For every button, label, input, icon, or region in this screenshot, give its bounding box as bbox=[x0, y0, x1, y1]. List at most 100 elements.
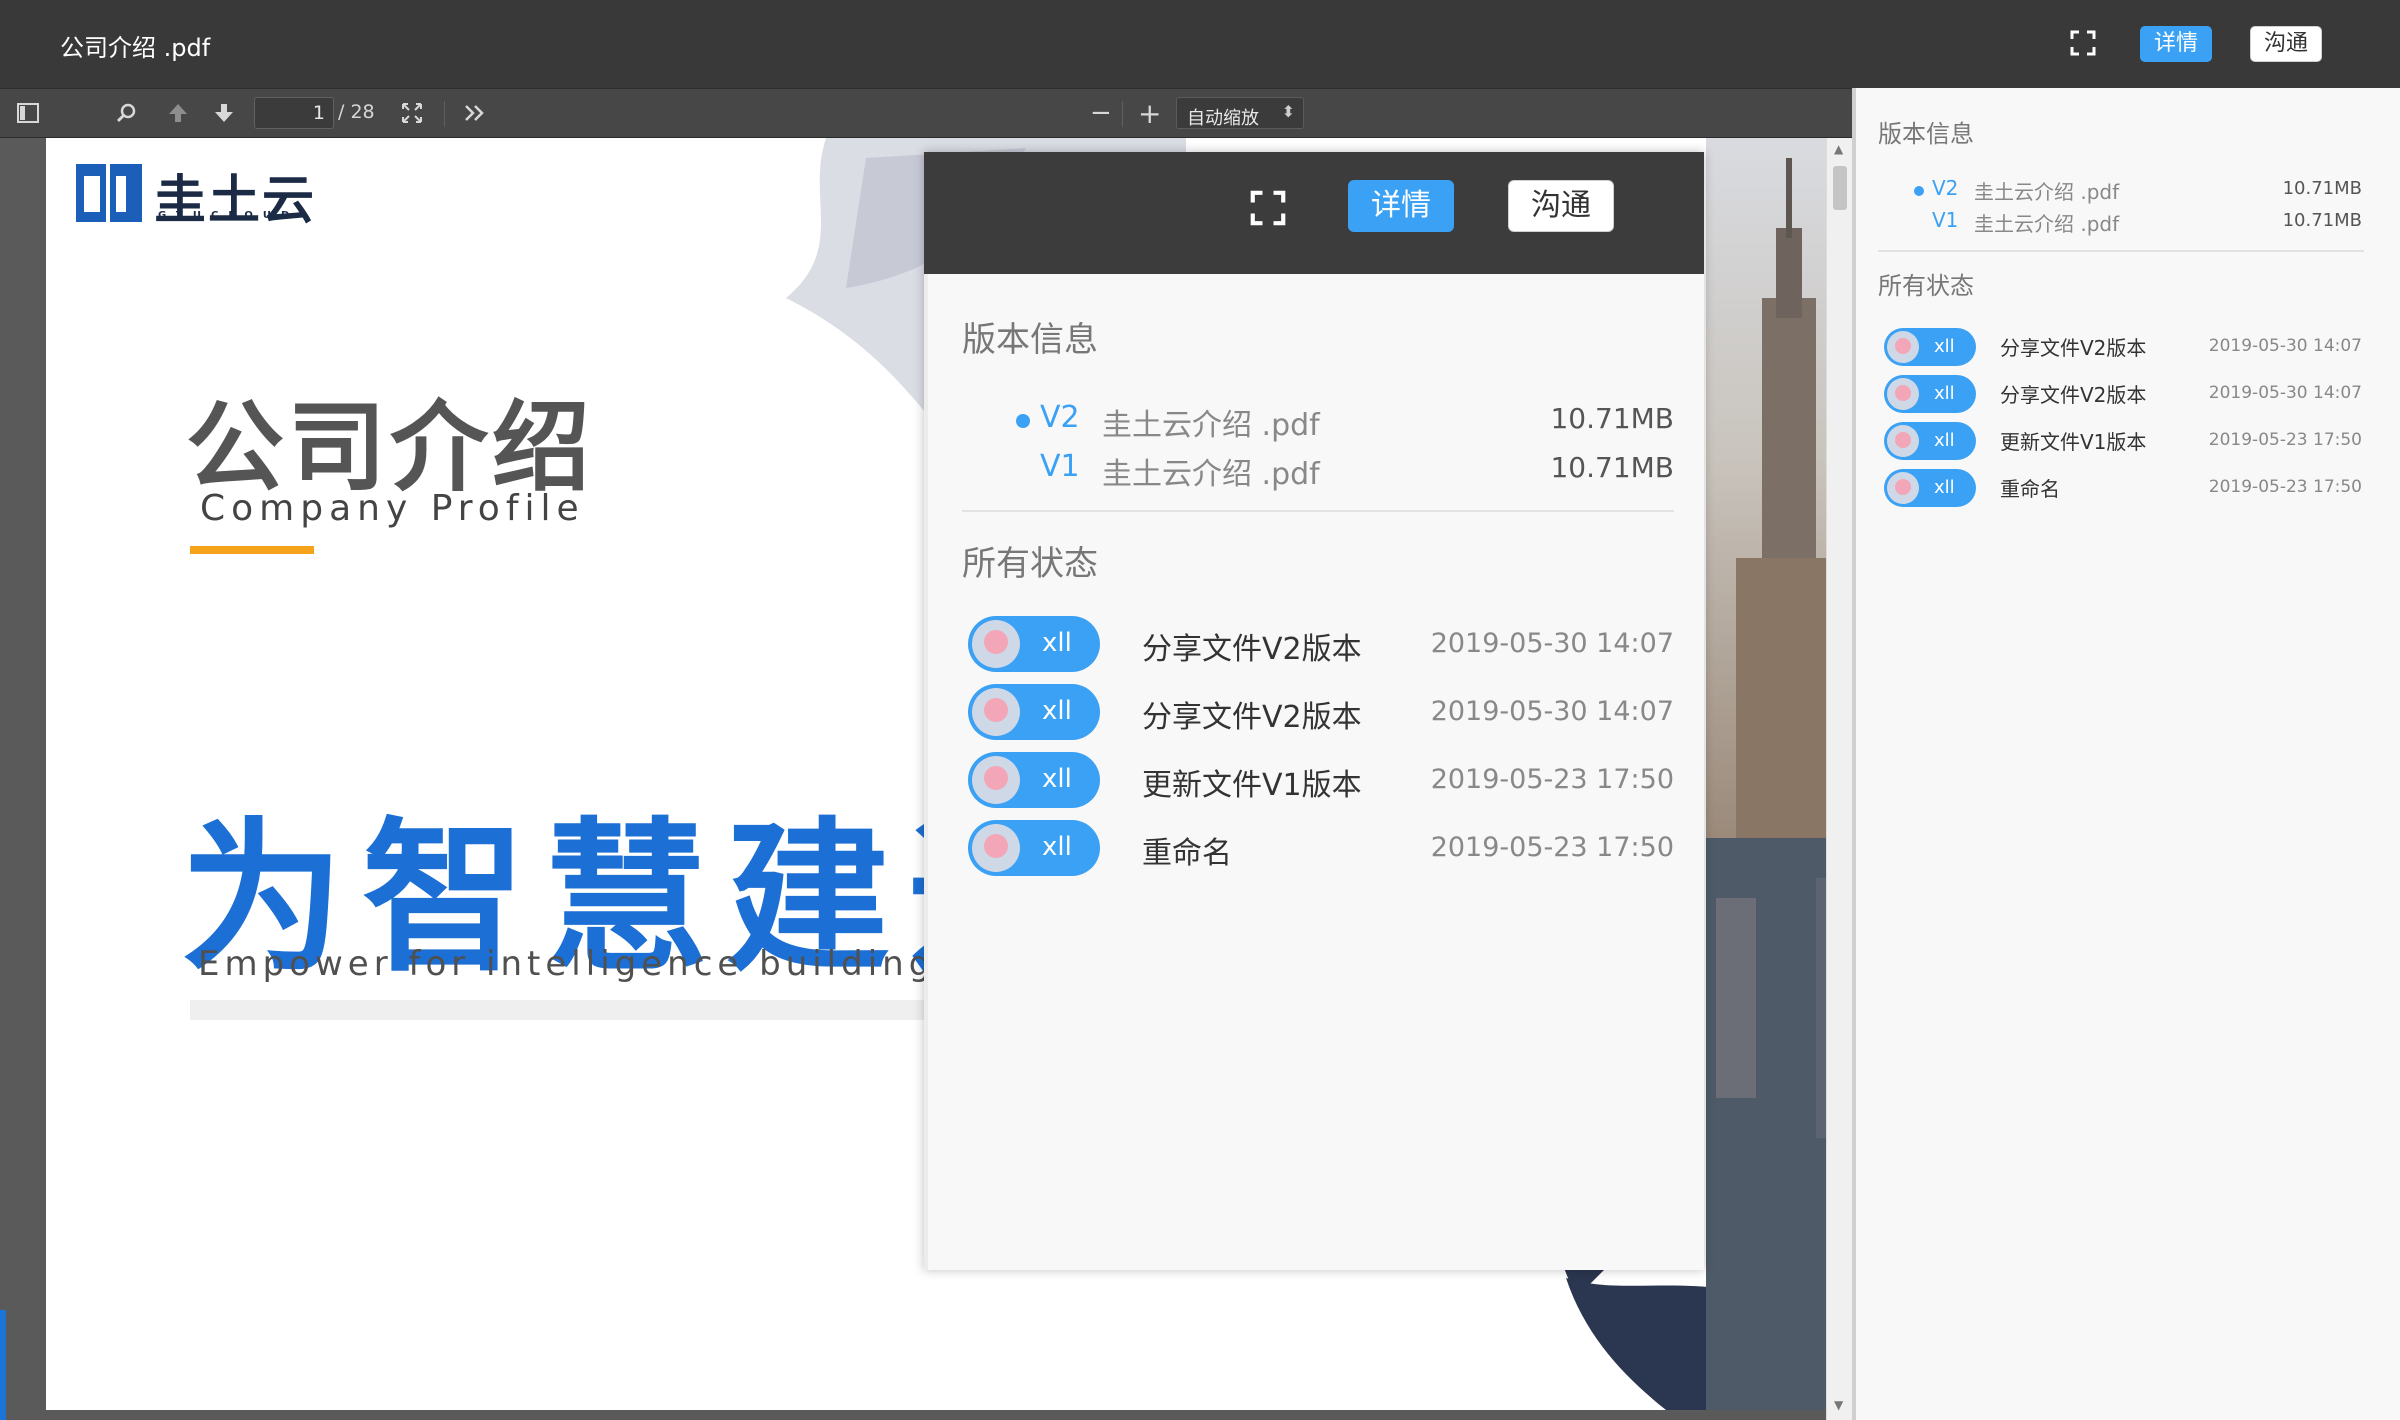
pdf-toolbar: 1 / 28 − + 自动缩放 ⬍ bbox=[0, 88, 1852, 138]
user-pill[interactable]: xll bbox=[968, 684, 1100, 740]
fullscreen-icon[interactable] bbox=[2070, 30, 2096, 56]
pdf-viewer: 圭土云 GTUCLOUD 公司介绍 Company Profile 为智慧建造 … bbox=[0, 138, 1852, 1420]
chat-button[interactable]: 沟通 bbox=[2250, 26, 2322, 62]
activity-time: 2019-05-30 14:07 bbox=[2208, 383, 2362, 403]
detail-panel: 版本信息 V2 圭土云介绍 .pdf 10.71MB V1 圭土云介绍 .pdf… bbox=[1852, 88, 2400, 1420]
fullscreen-icon[interactable] bbox=[1250, 190, 1286, 230]
activity-text: 分享文件V2版本 bbox=[1142, 632, 1362, 667]
title-underline bbox=[190, 546, 314, 554]
status-section-title: 所有状态 bbox=[962, 544, 1098, 584]
logo-subtext: GTUCLOUD bbox=[158, 210, 300, 221]
window-title: 公司介绍 .pdf bbox=[60, 34, 211, 62]
version-file[interactable]: 圭土云介绍 .pdf bbox=[1102, 449, 1320, 493]
presentation-icon[interactable] bbox=[400, 101, 424, 131]
avatar bbox=[1887, 425, 1919, 457]
activity-text: 更新文件V1版本 bbox=[2000, 430, 2147, 454]
user-name: xll bbox=[1042, 696, 1072, 726]
version-section-title: 版本信息 bbox=[962, 320, 1098, 360]
version-tag[interactable]: V2 bbox=[1932, 176, 1958, 200]
activity-text: 分享文件V2版本 bbox=[2000, 383, 2147, 407]
current-version-dot bbox=[1016, 414, 1030, 428]
toolbar-separator bbox=[1122, 101, 1123, 127]
activity-time: 2019-05-23 17:50 bbox=[2208, 477, 2362, 497]
chat-button[interactable]: 沟通 bbox=[1508, 180, 1614, 232]
scrollbar-thumb[interactable] bbox=[1833, 166, 1847, 210]
search-icon[interactable] bbox=[114, 101, 138, 131]
avatar bbox=[972, 620, 1020, 668]
version-size: 10.71MB bbox=[1550, 402, 1674, 435]
pdf-page: 圭土云 GTUCLOUD 公司介绍 Company Profile 为智慧建造 … bbox=[46, 138, 1826, 1410]
activity-text: 更新文件V1版本 bbox=[1142, 768, 1362, 803]
zoom-select-value: 自动缩放 bbox=[1187, 108, 1259, 129]
status-section-title: 所有状态 bbox=[1878, 272, 1974, 300]
panel-border bbox=[1854, 88, 1856, 1420]
detail-card-body: 版本信息 V2 圭土云介绍 .pdf 10.71MB V1 圭土云介绍 .pdf… bbox=[924, 274, 1704, 1270]
user-pill[interactable]: xll bbox=[1884, 328, 1976, 366]
logo-mark-icon bbox=[76, 164, 142, 226]
sidebar-toggle-icon[interactable] bbox=[16, 101, 40, 131]
detail-button[interactable]: 详情 bbox=[1348, 180, 1454, 232]
version-tag[interactable]: V2 bbox=[1040, 400, 1080, 435]
detail-card-header: 详情 沟通 bbox=[924, 152, 1704, 274]
current-version-dot bbox=[1914, 186, 1924, 196]
slogan-en: Empower for intelligence building bbox=[198, 944, 936, 984]
user-name: xll bbox=[1042, 764, 1072, 794]
scroll-up-icon[interactable]: ▲ bbox=[1834, 142, 1843, 156]
activity-time: 2019-05-30 14:07 bbox=[2208, 336, 2362, 356]
user-pill[interactable]: xll bbox=[1884, 422, 1976, 460]
city-skyline-image bbox=[1706, 138, 1826, 1410]
avatar bbox=[1887, 472, 1919, 504]
arrow-down-icon[interactable] bbox=[212, 101, 236, 131]
version-file[interactable]: 圭土云介绍 .pdf bbox=[1974, 208, 2119, 237]
version-file[interactable]: 圭土云介绍 .pdf bbox=[1102, 400, 1320, 444]
activity-text: 分享文件V2版本 bbox=[1142, 700, 1362, 735]
avatar bbox=[972, 688, 1020, 736]
left-edge-indicator bbox=[0, 1310, 6, 1420]
logo-text: 圭土云 bbox=[154, 171, 317, 231]
section-divider bbox=[962, 510, 1674, 512]
zoom-out-button[interactable]: − bbox=[1090, 98, 1112, 128]
detail-button[interactable]: 详情 bbox=[2140, 26, 2212, 62]
version-tag[interactable]: V1 bbox=[1040, 449, 1080, 484]
user-name: xll bbox=[1042, 832, 1072, 862]
toolbar-separator bbox=[444, 101, 445, 127]
activity-text: 分享文件V2版本 bbox=[2000, 336, 2147, 360]
user-pill[interactable]: xll bbox=[968, 820, 1100, 876]
vertical-scrollbar[interactable]: ▲ ▼ bbox=[1826, 138, 1852, 1420]
user-name: xll bbox=[1934, 477, 1955, 498]
avatar bbox=[972, 756, 1020, 804]
avatar bbox=[1887, 378, 1919, 410]
title-bar: 公司介绍 .pdf 详情 沟通 bbox=[0, 0, 2400, 88]
updown-icon: ⬍ bbox=[1281, 102, 1295, 121]
doc-title-en: Company Profile bbox=[200, 488, 585, 529]
user-pill[interactable]: xll bbox=[968, 616, 1100, 672]
user-pill[interactable]: xll bbox=[1884, 469, 1976, 507]
section-divider bbox=[1878, 250, 2364, 252]
version-file[interactable]: 圭土云介绍 .pdf bbox=[1974, 176, 2119, 205]
user-name: xll bbox=[1934, 336, 1955, 357]
user-name: xll bbox=[1934, 383, 1955, 404]
scroll-down-icon[interactable]: ▼ bbox=[1834, 1398, 1843, 1412]
page-number-input[interactable]: 1 bbox=[254, 97, 334, 129]
version-tag[interactable]: V1 bbox=[1932, 208, 1958, 232]
avatar bbox=[1887, 331, 1919, 363]
version-size: 10.71MB bbox=[2282, 210, 2362, 231]
user-name: xll bbox=[1042, 628, 1072, 658]
page-total: / 28 bbox=[338, 101, 375, 123]
user-pill[interactable]: xll bbox=[968, 752, 1100, 808]
version-section-title: 版本信息 bbox=[1878, 120, 1974, 148]
version-size: 10.71MB bbox=[2282, 178, 2362, 199]
activity-text: 重命名 bbox=[2000, 477, 2060, 501]
zoom-in-button[interactable]: + bbox=[1138, 97, 1161, 130]
activity-time: 2019-05-30 14:07 bbox=[1430, 628, 1674, 659]
activity-time: 2019-05-23 17:50 bbox=[1430, 764, 1674, 795]
user-name: xll bbox=[1934, 430, 1955, 451]
activity-time: 2019-05-30 14:07 bbox=[1430, 696, 1674, 727]
activity-time: 2019-05-23 17:50 bbox=[1430, 832, 1674, 863]
user-pill[interactable]: xll bbox=[1884, 375, 1976, 413]
double-chevron-right-icon[interactable] bbox=[462, 101, 488, 131]
zoom-select[interactable]: 自动缩放 ⬍ bbox=[1176, 97, 1304, 129]
activity-text: 重命名 bbox=[1142, 836, 1232, 871]
avatar bbox=[972, 824, 1020, 872]
arrow-up-icon[interactable] bbox=[166, 101, 190, 131]
